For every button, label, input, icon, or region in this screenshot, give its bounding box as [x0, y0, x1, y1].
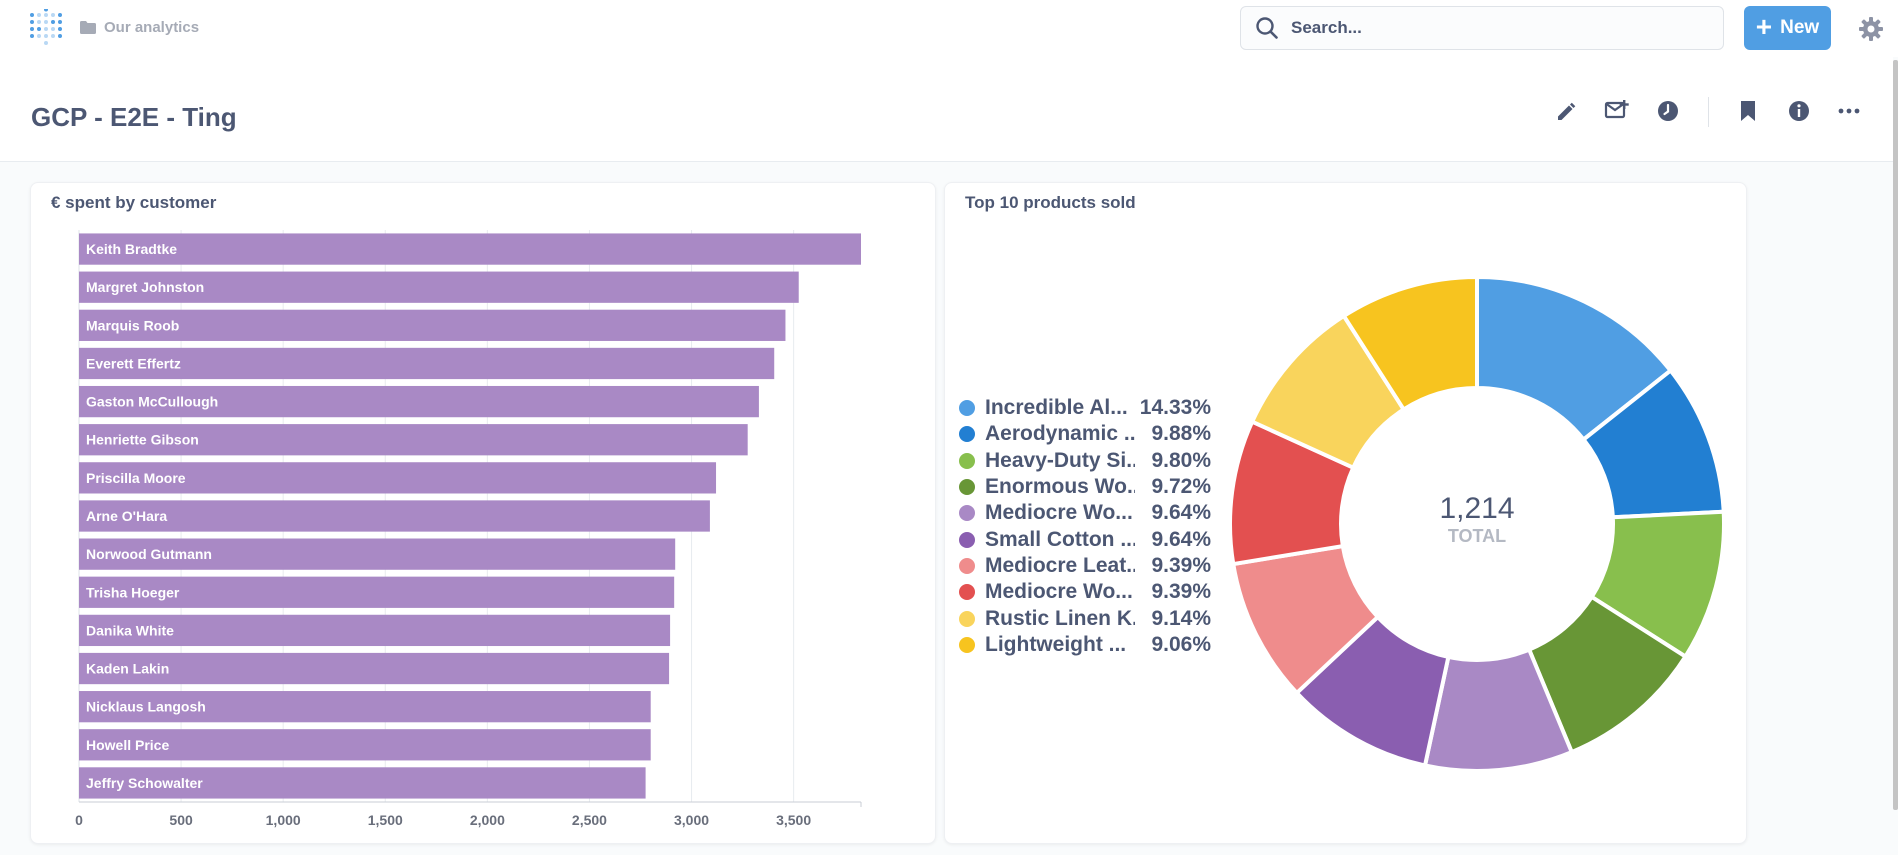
x-tick-label: 500 — [169, 812, 193, 828]
donut-chart: 1,214TOTAL — [1228, 274, 1726, 773]
bar[interactable] — [79, 233, 861, 265]
bar-label: Nicklaus Langosh — [86, 699, 206, 715]
bar-label: Jeffry Schowalter — [86, 775, 203, 791]
dashboard-header: GCP - E2E - Ting — [0, 57, 1893, 162]
metabase-logo-icon[interactable] — [28, 9, 64, 49]
bar-label: Henriette Gibson — [86, 432, 199, 448]
x-tick-label: 1,000 — [266, 812, 301, 828]
search-bar[interactable] — [1240, 6, 1724, 50]
x-tick-label: 3,000 — [674, 812, 709, 828]
bookmark-icon — [1741, 101, 1755, 121]
pencil-icon — [1558, 102, 1576, 120]
donut-total-label: TOTAL — [1448, 526, 1506, 546]
bar-chart: 0 500 1,000 1,500 2,000 2,500 3,000 3,500 Keith … — [75, 230, 862, 828]
search-input[interactable] — [1291, 18, 1691, 38]
bar-label: Trisha Hoeger — [86, 584, 180, 600]
bar-label: Priscilla Moore — [86, 470, 186, 486]
search-icon — [1256, 17, 1278, 39]
bar-label: Kaden Lakin — [86, 661, 169, 677]
mail-add-icon — [1604, 100, 1629, 119]
x-tick-label: 2,000 — [470, 812, 505, 828]
info-button[interactable] — [1785, 97, 1813, 125]
x-tick-label: 3,500 — [776, 812, 811, 828]
x-tick-label: 2,500 — [572, 812, 607, 828]
bar[interactable] — [79, 347, 775, 380]
donut-total-value: 1,214 — [1439, 492, 1514, 525]
bar-label: Everett Effertz — [86, 355, 181, 371]
breadcrumb-label[interactable]: Our analytics — [104, 19, 199, 36]
gear-icon[interactable] — [1858, 16, 1884, 42]
edit-button[interactable] — [1553, 97, 1581, 125]
bar-label: Howell Price — [86, 737, 169, 753]
header-divider — [1708, 97, 1709, 127]
bar[interactable] — [79, 309, 786, 341]
more-button[interactable] — [1835, 97, 1863, 125]
pie-chart-card[interactable]: Top 10 products sold Incredible Al... 14.… — [944, 182, 1747, 844]
new-button[interactable]: + New — [1744, 6, 1831, 50]
ellipsis-icon — [1838, 108, 1860, 114]
history-button[interactable] — [1654, 97, 1682, 125]
x-tick-label: 0 — [75, 812, 83, 828]
bookmark-button[interactable] — [1734, 97, 1762, 125]
bar-label: Arne O'Hara — [86, 508, 167, 524]
new-button-label: New — [1780, 17, 1820, 38]
x-tick-label: 1,500 — [368, 812, 403, 828]
bar-label: Margret Johnston — [86, 279, 204, 295]
bar[interactable] — [79, 500, 710, 532]
breadcrumb[interactable]: Our analytics — [80, 19, 199, 36]
bar-label: Keith Bradtke — [86, 241, 177, 257]
page-title[interactable]: GCP - E2E - Ting — [31, 102, 237, 133]
bar-label: Marquis Roob — [86, 317, 179, 333]
subscriptions-button[interactable] — [1603, 97, 1631, 125]
bar-label: Norwood Gutmann — [86, 546, 212, 562]
bar-label: Danika White — [86, 622, 174, 638]
bar-chart-card[interactable]: € spent by customer 0 500 1,000 1,500 2,000 2… — [30, 182, 936, 844]
top-nav: Our analytics + New — [0, 0, 1898, 57]
bar-label: Gaston McCullough — [86, 394, 218, 410]
plus-icon: + — [1755, 11, 1773, 42]
folder-icon — [80, 21, 96, 34]
info-icon — [1789, 101, 1809, 121]
scrollbar[interactable] — [1893, 60, 1898, 810]
clock-icon — [1658, 101, 1678, 121]
